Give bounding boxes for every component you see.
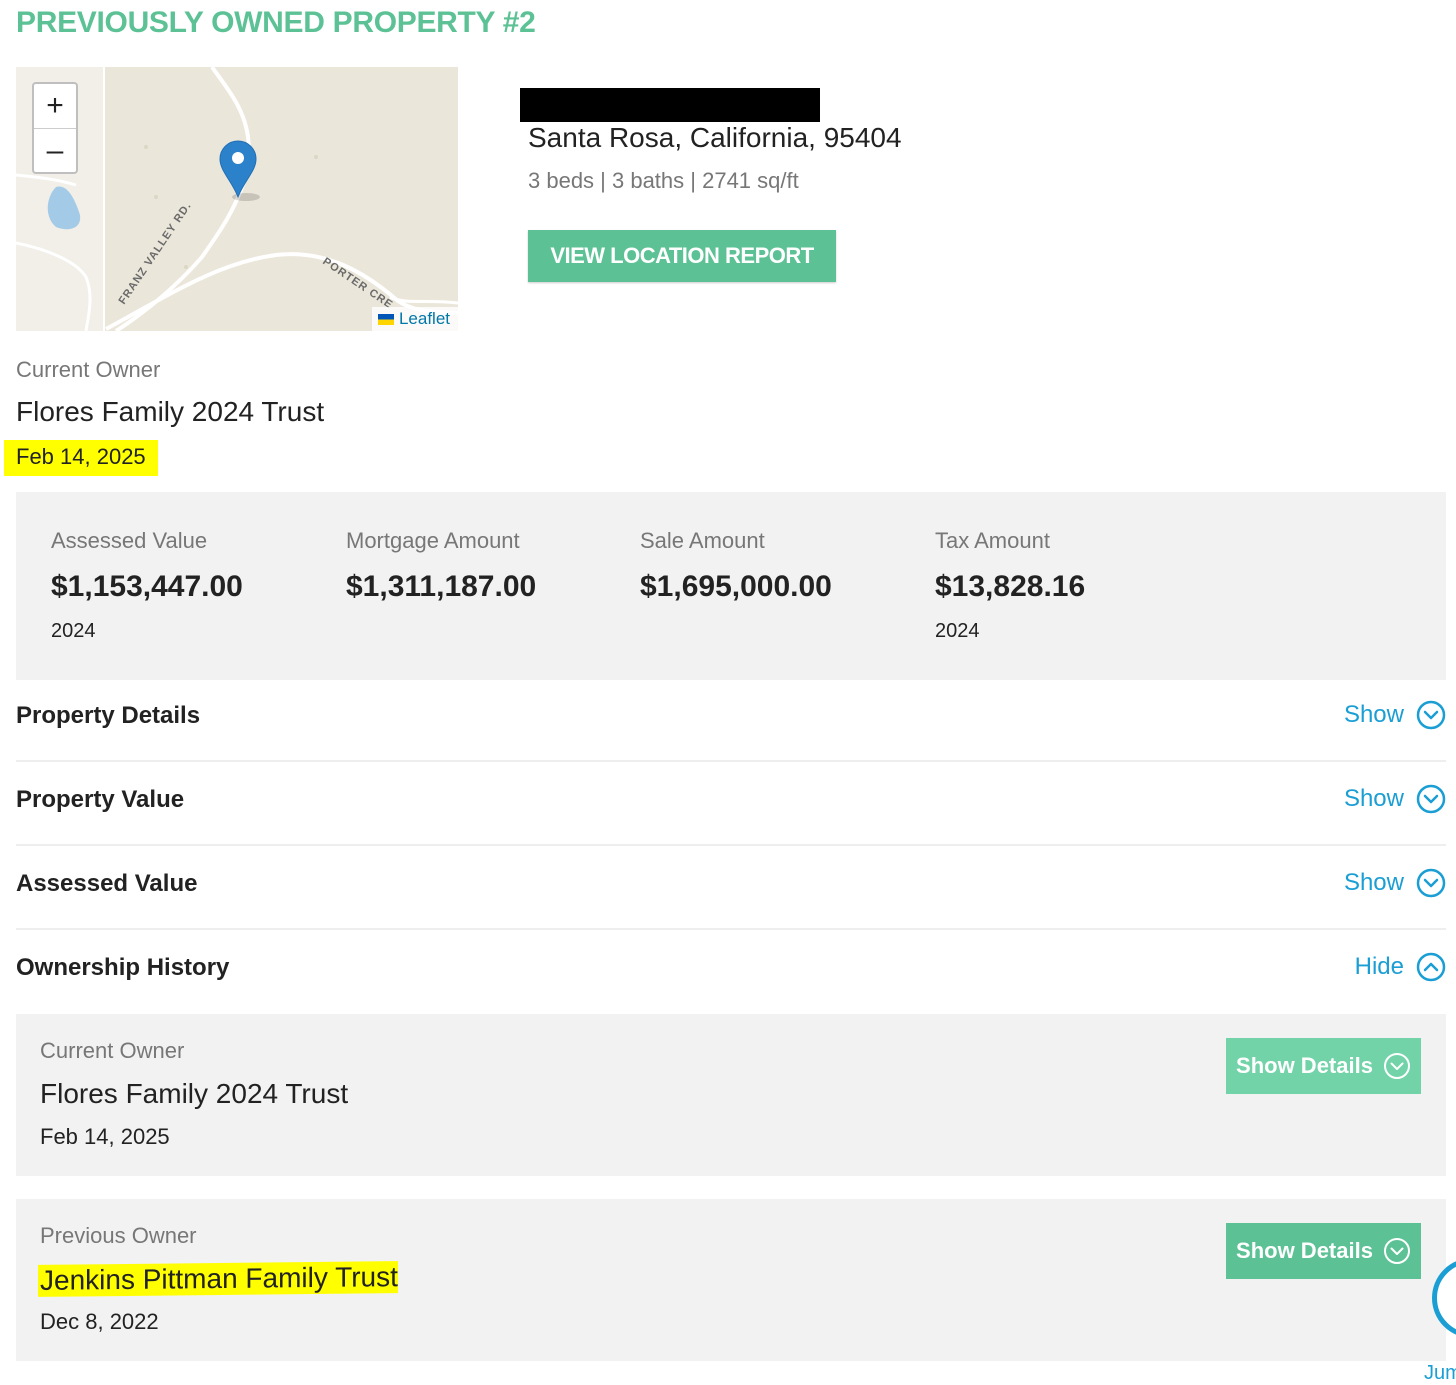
current-owner-date: Feb 14, 2025	[4, 440, 158, 476]
owner-label: Previous Owner	[40, 1223, 197, 1248]
section-title: Assessed Value	[16, 870, 198, 897]
ownership-card-current: Current Owner Flores Family 2024 Trust F…	[16, 1014, 1446, 1176]
chevron-down-icon[interactable]	[1416, 868, 1446, 898]
chevron-down-icon[interactable]	[1383, 1052, 1411, 1080]
redacted-address	[520, 88, 820, 122]
toggle-label[interactable]: Show	[1344, 869, 1404, 897]
section-title: Property Details	[16, 702, 201, 729]
view-location-report-button[interactable]: VIEW LOCATION REPORT	[528, 230, 836, 282]
stat-label: Mortgage Amount	[346, 528, 520, 553]
map-attribution[interactable]: Leaflet	[371, 307, 458, 331]
chevron-down-icon[interactable]	[1416, 700, 1446, 730]
map-tiles: FRANZ VALLEY RD. PORTER CRE	[16, 67, 458, 331]
leaflet-link[interactable]: Leaflet	[399, 309, 450, 328]
zoom-out-button[interactable]: –	[34, 129, 76, 173]
section-assessed-value[interactable]: Assessed Value Show	[16, 848, 1446, 930]
show-details-button[interactable]: Show Details	[1226, 1223, 1421, 1279]
ukraine-flag-icon	[377, 314, 394, 325]
stat-label: Assessed Value	[51, 528, 208, 553]
toggle-label[interactable]: Show	[1344, 785, 1404, 813]
stat-value: $13,828.16	[935, 570, 1086, 603]
show-details-label[interactable]: Show Details	[1236, 1053, 1373, 1079]
property-specs: 3 beds | 3 baths | 2741 sq/ft	[528, 168, 799, 193]
show-details-button[interactable]: Show Details	[1226, 1038, 1421, 1094]
section-toggle[interactable]: Show	[1344, 868, 1446, 898]
owner-label: Current Owner	[40, 1038, 185, 1063]
road-label-franz: FRANZ VALLEY RD.	[117, 200, 194, 307]
chevron-down-icon[interactable]	[1383, 1237, 1411, 1265]
show-details-label[interactable]: Show Details	[1236, 1238, 1373, 1264]
section-property-details[interactable]: Property Details Show	[16, 680, 1446, 762]
property-map[interactable]: FRANZ VALLEY RD. PORTER CRE Leaflet	[16, 67, 458, 331]
map-marker-icon	[219, 140, 260, 201]
chevron-up-icon[interactable]	[1416, 952, 1446, 982]
property-city: Santa Rosa, California, 95404	[528, 122, 902, 153]
stat-sale-amount: Sale Amount $1,695,000.00	[640, 528, 832, 620]
stat-label: Tax Amount	[935, 528, 1050, 553]
ownership-card-previous: Previous Owner Jenkins Pittman Family Tr…	[16, 1199, 1446, 1361]
current-owner-label: Current Owner	[16, 357, 161, 382]
toggle-label[interactable]: Hide	[1355, 953, 1404, 981]
jump-label[interactable]: Jum	[1424, 1362, 1456, 1385]
owner-date: Dec 8, 2022	[40, 1309, 159, 1334]
stat-mortgage-amount: Mortgage Amount $1,311,187.00	[346, 528, 536, 620]
stat-assessed-value: Assessed Value $1,153,447.00 2024	[51, 528, 243, 643]
property-stats-panel: Assessed Value $1,153,447.00 2024 Mortga…	[16, 492, 1446, 680]
map-zoom-control: + –	[32, 82, 78, 174]
stat-value: $1,153,447.00	[51, 570, 243, 603]
section-toggle[interactable]: Hide	[1355, 952, 1446, 982]
section-title: Ownership History	[16, 954, 230, 981]
section-title: Property Value	[16, 786, 185, 813]
section-toggle[interactable]: Show	[1344, 700, 1446, 730]
owner-date: Feb 14, 2025	[40, 1124, 170, 1149]
section-heading: PREVIOUSLY OWNED PROPERTY #2	[16, 6, 536, 39]
toggle-label[interactable]: Show	[1344, 701, 1404, 729]
road-label-porter: PORTER CRE	[320, 256, 395, 312]
owner-name: Flores Family 2024 Trust	[40, 1078, 349, 1109]
section-ownership-history[interactable]: Ownership History Hide	[16, 932, 1446, 1014]
stat-year: 2024	[51, 620, 96, 642]
stat-year: 2024	[935, 620, 980, 642]
stat-value: $1,695,000.00	[640, 570, 832, 603]
stat-tax-amount: Tax Amount $13,828.16 2024	[935, 528, 1085, 643]
stat-value: $1,311,187.00	[346, 570, 537, 603]
chevron-down-icon[interactable]	[1416, 784, 1446, 814]
zoom-in-button[interactable]: +	[34, 84, 76, 129]
owner-name: Jenkins Pittman Family Trust	[38, 1261, 398, 1297]
section-toggle[interactable]: Show	[1344, 784, 1446, 814]
stat-label: Sale Amount	[640, 528, 765, 553]
section-property-value[interactable]: Property Value Show	[16, 764, 1446, 846]
current-owner-name: Flores Family 2024 Trust	[16, 396, 325, 427]
